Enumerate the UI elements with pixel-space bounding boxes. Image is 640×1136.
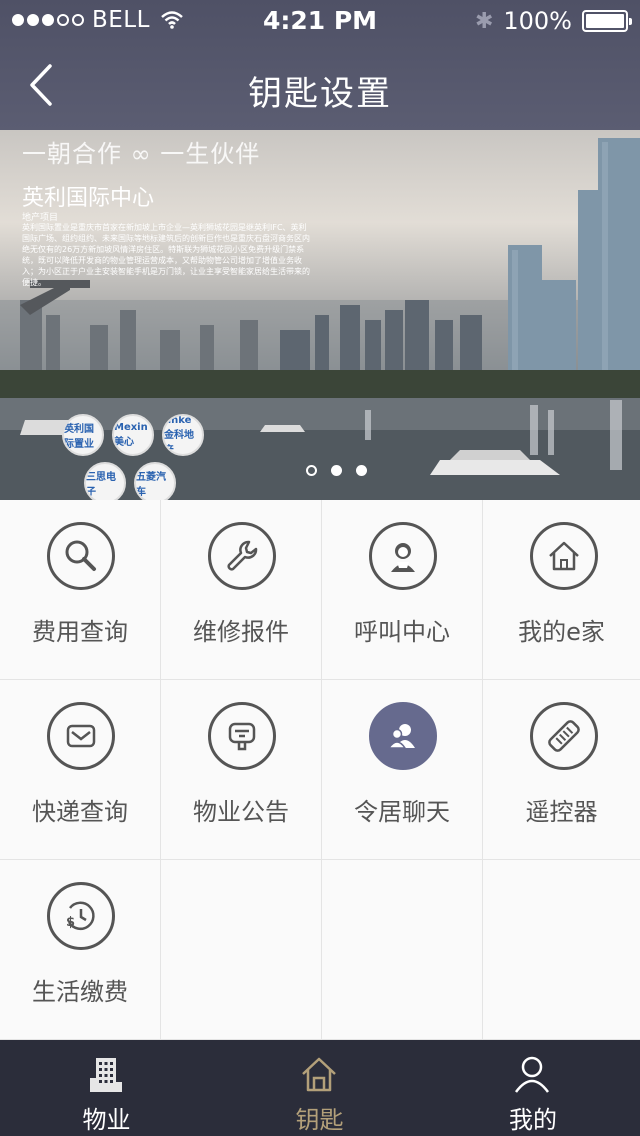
grid-item-label: 维修报件 bbox=[193, 618, 289, 646]
remote-control-icon bbox=[530, 702, 598, 770]
status-right: ✱ 100% bbox=[474, 7, 632, 35]
grid-item-label: 呼叫中心 bbox=[354, 618, 450, 646]
grid-item-fee-query[interactable]: 费用查询 bbox=[0, 500, 161, 680]
grid-item-remote[interactable]: 遥控器 bbox=[483, 680, 640, 860]
tab-property[interactable]: 物业 bbox=[0, 1040, 213, 1136]
grid-item-notice[interactable]: 物业公告 bbox=[161, 680, 322, 860]
grid-empty-cell bbox=[483, 860, 640, 1040]
partner-logo: Mexin 美心 bbox=[112, 414, 154, 456]
partner-logo: 英利国际置业 bbox=[62, 414, 104, 456]
chat-users-icon bbox=[369, 702, 437, 770]
grid-item-label: 物业公告 bbox=[193, 798, 289, 826]
banner-body: 英利国际置业是重庆市首家在新加坡上市企业—英利狮城花园是继英利IFC、英利国际广… bbox=[22, 223, 310, 287]
battery-icon bbox=[582, 10, 632, 32]
grid-empty-cell bbox=[161, 860, 322, 1040]
tab-bar: 物业 钥匙 我的 bbox=[0, 1040, 640, 1136]
tab-label: 我的 bbox=[509, 1106, 557, 1134]
grid-item-life-payment[interactable]: $ 生活缴费 bbox=[0, 860, 161, 1040]
grid-item-label: 我的e家 bbox=[518, 618, 605, 646]
envelope-icon bbox=[47, 702, 115, 770]
grid-item-label: 令居聊天 bbox=[354, 798, 450, 826]
tab-label: 钥匙 bbox=[295, 1106, 344, 1134]
grid-item-call-center[interactable]: 呼叫中心 bbox=[322, 500, 483, 680]
banner-title: 英利国际中心 bbox=[22, 186, 155, 211]
pager-dot[interactable] bbox=[331, 465, 342, 476]
nav-bar: 钥匙设置 bbox=[0, 40, 640, 130]
tab-mine[interactable]: 我的 bbox=[426, 1040, 640, 1136]
grid-empty-cell bbox=[322, 860, 483, 1040]
banner-slogan: 一朝合作 ∞ 一生伙伴 bbox=[22, 140, 261, 168]
grid-item-label: 费用查询 bbox=[32, 618, 128, 646]
grid-item-label: 遥控器 bbox=[525, 798, 598, 826]
grid-item-express-query[interactable]: 快递查询 bbox=[0, 680, 161, 860]
user-icon bbox=[514, 1056, 550, 1093]
bluetooth-icon: ✱ bbox=[474, 8, 494, 34]
wrench-icon bbox=[208, 522, 276, 590]
partner-logo: 三思电子 bbox=[84, 462, 126, 500]
partner-logo: 五菱汽车 bbox=[134, 462, 176, 500]
tab-key[interactable]: 钥匙 bbox=[213, 1040, 426, 1136]
house-icon bbox=[302, 1057, 336, 1092]
notice-icon bbox=[208, 702, 276, 770]
function-grid: 费用查询 维修报件 呼叫中心 我的e家 快递查询 物业公告 令居聊天 遥控器 $… bbox=[0, 500, 640, 1040]
grid-item-repair[interactable]: 维修报件 bbox=[161, 500, 322, 680]
partner-logo: Jinke 金科地产 bbox=[162, 414, 204, 456]
payment-clock-icon: $ bbox=[47, 882, 115, 950]
pager-dot[interactable] bbox=[356, 465, 367, 476]
building-icon bbox=[90, 1058, 122, 1092]
grid-item-neighbor-chat[interactable]: 令居聊天 bbox=[322, 680, 483, 860]
customer-service-icon bbox=[369, 522, 437, 590]
magnifier-icon bbox=[47, 522, 115, 590]
pager-dot[interactable] bbox=[306, 465, 317, 476]
banner-pager[interactable] bbox=[306, 465, 367, 476]
tab-label: 物业 bbox=[82, 1106, 131, 1134]
grid-item-my-home[interactable]: 我的e家 bbox=[483, 500, 640, 680]
promo-banner[interactable]: 一朝合作 ∞ 一生伙伴 英利国际中心 地产项目 英利国际置业是重庆市首家在新加坡… bbox=[0, 130, 640, 500]
grid-item-label: 快递查询 bbox=[32, 798, 128, 826]
status-bar: BELL 4:21 PM ✱ 100% bbox=[0, 0, 640, 40]
page-title: 钥匙设置 bbox=[248, 74, 392, 114]
home-icon bbox=[530, 522, 598, 590]
battery-percent: 100% bbox=[503, 7, 572, 35]
top-bar: BELL 4:21 PM ✱ 100% 钥匙设置 bbox=[0, 0, 640, 130]
grid-item-label: 生活缴费 bbox=[32, 978, 128, 1006]
svg-text:$: $ bbox=[66, 915, 75, 930]
